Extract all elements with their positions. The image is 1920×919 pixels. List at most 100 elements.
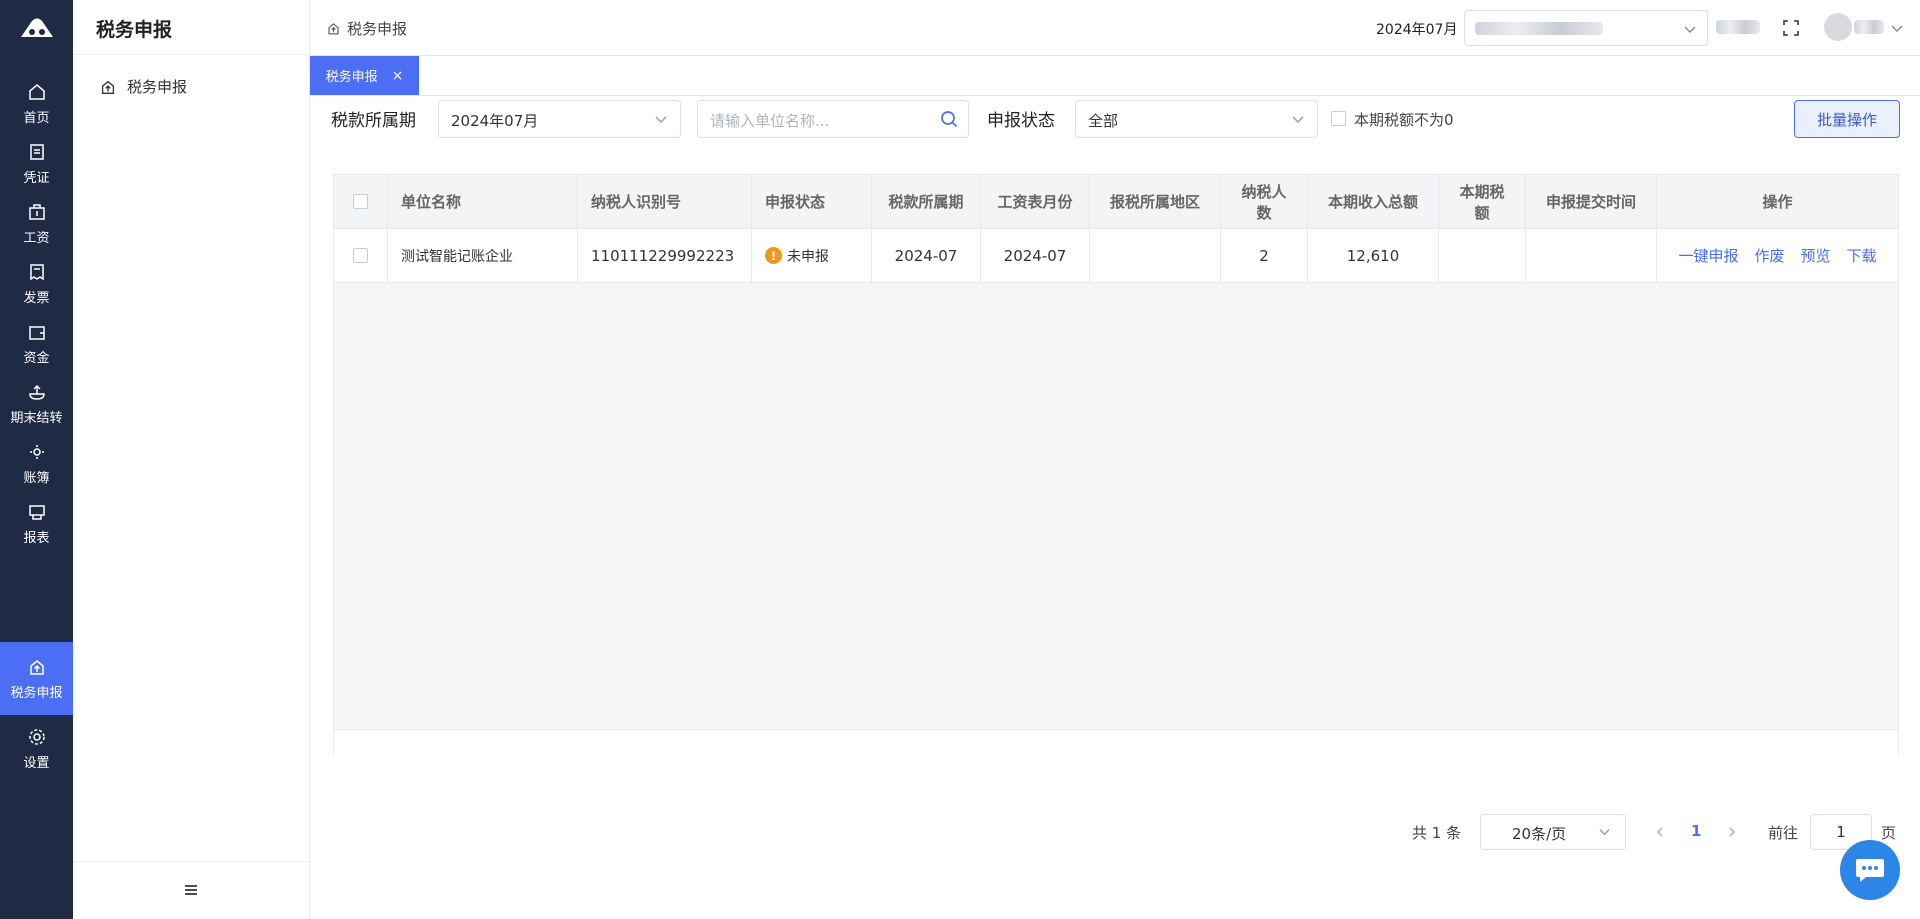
nav-item-report[interactable]: 报表 (0, 487, 73, 560)
close-icon[interactable]: × (392, 68, 404, 84)
nav-item-label: 报表 (23, 530, 50, 546)
voucher-icon (29, 143, 44, 160)
table-row[interactable]: 测试智能记账企业 110111229992223 ! 未申报 2024-07 2… (334, 229, 1898, 283)
period-cell: 2024-07 (872, 229, 981, 282)
current-period: 2024年07月 (1376, 22, 1458, 38)
company-select[interactable] (1464, 10, 1708, 46)
username-redacted (1716, 20, 1760, 34)
nav-item-label: 发票 (23, 290, 50, 306)
chevron-down-icon (655, 116, 667, 123)
tax-declare-icon (29, 659, 44, 675)
company-search-input[interactable]: 请输入单位名称... (697, 100, 969, 138)
period-label: 税款所属期 (331, 111, 416, 131)
batch-operation-button[interactable]: 批量操作 (1794, 100, 1900, 138)
declaration-table: 单位名称 纳税人识别号 申报状态 税款所属期 工资表月份 报税所属地区 纳税人数… (333, 174, 1899, 755)
company-name-cell: 测试智能记账企业 (388, 229, 578, 282)
column-header[interactable]: 纳税人数 (1221, 175, 1308, 228)
current-page[interactable]: 1 (1691, 822, 1701, 840)
status-select[interactable]: 全部 (1075, 100, 1318, 138)
goto-label: 前往 (1768, 824, 1799, 842)
nav-item-tax-declare[interactable]: 税务申报 (0, 642, 73, 715)
chat-button[interactable] (1840, 840, 1900, 900)
nav-item-label: 资金 (23, 350, 50, 366)
status-label: 申报状态 (987, 111, 1055, 131)
period-value: 2024年07月 (451, 112, 539, 130)
status-value: 全部 (1088, 112, 1119, 130)
column-header[interactable]: 本期收入总额 (1308, 175, 1439, 228)
report-icon (28, 504, 45, 520)
invoice-icon (29, 263, 44, 280)
row-checkbox[interactable] (353, 248, 368, 263)
status-cell: ! 未申报 (752, 229, 872, 282)
payroll-month-cell: 2024-07 (981, 229, 1090, 282)
nav-item-label: 账簿 (23, 470, 50, 486)
nonzero-tax-checkbox[interactable] (1331, 111, 1346, 126)
column-header: 操作 (1762, 193, 1793, 211)
nav-item-label: 首页 (23, 110, 50, 126)
table-header: 单位名称 纳税人识别号 申报状态 税款所属期 工资表月份 报税所属地区 纳税人数… (334, 175, 1898, 229)
breadcrumb-label: 税务申报 (347, 20, 408, 38)
subnav-item-tax-declare[interactable]: 税务申报 (99, 76, 187, 97)
wallet-icon (28, 325, 45, 340)
avatar[interactable] (1824, 13, 1852, 41)
menu-collapse-icon[interactable] (181, 880, 201, 900)
operations-cell: 一键申报 作废 预览 下载 (1657, 229, 1898, 282)
tax-amount-cell (1439, 229, 1526, 282)
nav-item-label: 税务申报 (10, 685, 63, 701)
income-total-cell: 12,610 (1308, 229, 1439, 282)
next-page-icon[interactable] (1726, 826, 1738, 838)
subnav-title: 税务申报 (96, 19, 173, 41)
one-click-declare-link[interactable]: 一键申报 (1678, 245, 1738, 266)
column-header[interactable]: 报税所属地区 (1090, 175, 1221, 228)
page-size-select[interactable]: 20条/页 (1480, 814, 1626, 850)
main-nav: 首页 凭证 工资 发票 资金 期末结转 账簿 报表 税务申报 设置 (0, 0, 73, 919)
search-placeholder: 请输入单位名称... (710, 112, 830, 130)
subnav-item-label: 税务申报 (127, 78, 188, 96)
chevron-down-icon (1684, 26, 1696, 33)
page-unit: 页 (1881, 824, 1897, 842)
period-end-icon (28, 384, 45, 400)
submit-time-cell (1526, 229, 1657, 282)
table-empty-area (334, 283, 1898, 730)
select-all-checkbox[interactable] (353, 194, 368, 209)
divider (73, 861, 309, 862)
prev-page-icon[interactable] (1654, 826, 1666, 838)
column-header[interactable]: 税款所属期 (872, 175, 981, 228)
status-badge: 未申报 (787, 248, 829, 265)
warning-icon: ! (765, 247, 782, 264)
tab-bar: 税务申报 × (310, 56, 1920, 96)
row-checkbox-cell (334, 229, 388, 282)
column-header[interactable]: 申报提交时间 (1526, 175, 1657, 228)
tab-label: 税务申报 (325, 70, 378, 85)
total-count: 共 1 条 (1412, 824, 1462, 842)
tax-declare-icon (328, 23, 339, 35)
column-header[interactable]: 纳税人识别号 (578, 175, 752, 228)
column-header[interactable]: 工资表月份 (981, 175, 1090, 228)
period-select[interactable]: 2024年07月 (438, 100, 681, 138)
column-header[interactable]: 申报状态 (752, 175, 872, 228)
goto-page-value: 1 (1836, 823, 1846, 841)
preview-link[interactable]: 预览 (1801, 245, 1831, 266)
top-bar: 税务申报 2024年07月 (310, 0, 1920, 56)
nav-item-settings[interactable]: 设置 (0, 712, 73, 785)
void-link[interactable]: 作废 (1754, 245, 1784, 266)
sub-nav: 税务申报 税务申报 (73, 0, 310, 919)
column-header[interactable]: 单位名称 (388, 175, 578, 228)
gear-icon (28, 728, 45, 745)
home-icon (28, 83, 45, 100)
nonzero-tax-label: 本期税额不为0 (1354, 111, 1454, 129)
nav-item-label: 设置 (23, 755, 50, 771)
region-cell (1090, 229, 1221, 282)
chevron-down-icon[interactable] (1890, 21, 1904, 35)
nav-item-label: 期末结转 (10, 410, 63, 426)
tab-tax-declare[interactable]: 税务申报 × (310, 56, 419, 95)
header-checkbox-cell (334, 175, 388, 228)
chevron-down-icon (1599, 829, 1610, 836)
column-header[interactable]: 本期税额 (1439, 175, 1526, 228)
fullscreen-icon[interactable] (1782, 19, 1800, 37)
search-icon[interactable] (940, 110, 958, 128)
taxpayers-cell: 2 (1221, 229, 1308, 282)
nav-item-label: 凭证 (23, 170, 50, 186)
ledger-icon (29, 444, 44, 459)
download-link[interactable]: 下载 (1847, 245, 1877, 266)
